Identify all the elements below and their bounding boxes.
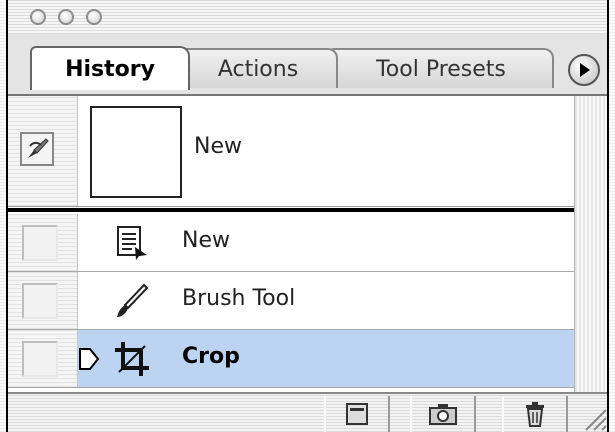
snapshot-row[interactable]: New xyxy=(8,96,574,207)
history-source-checkbox[interactable] xyxy=(22,341,58,377)
camera-icon xyxy=(429,404,457,425)
history-state-row[interactable]: New xyxy=(8,214,574,272)
trash-icon xyxy=(526,402,544,427)
history-brush-source[interactable] xyxy=(20,132,54,166)
tab-history[interactable]: History xyxy=(30,46,190,90)
history-state-label: Brush Tool xyxy=(182,286,296,311)
history-state-slider-icon[interactable] xyxy=(76,346,102,372)
snapshot-label: New xyxy=(194,134,242,159)
state-gutter xyxy=(8,272,78,329)
history-source-checkbox[interactable] xyxy=(22,225,58,261)
history-state-row-selected[interactable]: Crop xyxy=(8,330,574,388)
zoom-button[interactable] xyxy=(86,9,102,25)
tab-label: Tool Presets xyxy=(376,56,506,82)
history-state-row[interactable]: Brush Tool xyxy=(8,272,574,330)
snapshot-thumbnail[interactable] xyxy=(90,106,182,198)
history-brush-icon xyxy=(28,138,49,158)
palette-menu-button[interactable] xyxy=(568,54,600,86)
new-snapshot-button[interactable] xyxy=(410,396,476,432)
tab-label: Actions xyxy=(217,56,299,82)
brush-icon xyxy=(112,281,152,321)
scrollbar[interactable] xyxy=(574,96,607,392)
minimize-button[interactable] xyxy=(58,9,74,25)
tab-label: History xyxy=(65,56,155,82)
resize-grip-icon[interactable] xyxy=(578,402,608,432)
title-bar[interactable] xyxy=(8,0,607,35)
tab-actions[interactable]: Actions xyxy=(178,48,338,88)
triangle-right-icon xyxy=(580,63,590,77)
history-source-checkbox[interactable] xyxy=(22,283,58,319)
history-list: New New Brush Tool Crop xyxy=(8,96,574,392)
close-button[interactable] xyxy=(30,9,46,25)
history-state-label: New xyxy=(182,228,230,253)
snapshot-gutter xyxy=(8,96,78,206)
crop-icon xyxy=(112,339,152,379)
delete-state-button[interactable] xyxy=(502,396,568,432)
tab-bar: Tool Presets Actions History xyxy=(8,34,607,96)
palette-footer xyxy=(8,392,608,432)
state-gutter xyxy=(8,330,78,387)
snapshot-divider xyxy=(8,208,574,212)
new-document-icon xyxy=(346,403,368,425)
tab-tool-presets[interactable]: Tool Presets xyxy=(328,48,554,88)
history-state-label: Crop xyxy=(182,344,240,369)
document-icon xyxy=(112,223,152,263)
history-palette: Tool Presets Actions History New New Bru… xyxy=(6,0,609,432)
new-document-from-state-button[interactable] xyxy=(324,396,390,432)
state-gutter xyxy=(8,214,78,271)
